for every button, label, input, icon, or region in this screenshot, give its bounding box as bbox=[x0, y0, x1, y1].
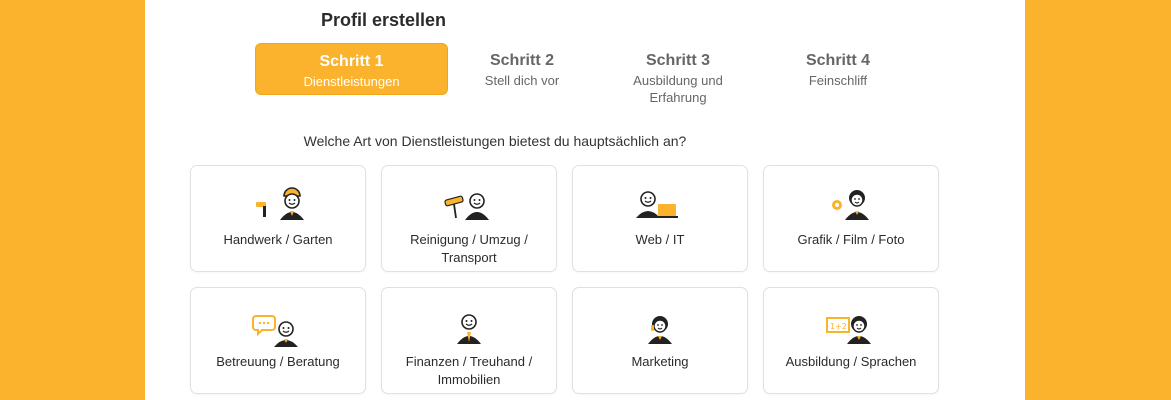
category-card-reinigung[interactable]: Reinigung / Umzug / Transport bbox=[381, 165, 557, 272]
category-card-finanzen[interactable]: Finanzen / Treuhand / Immobilien bbox=[381, 287, 557, 394]
step-title: Schritt 2 bbox=[489, 52, 554, 69]
step-subtitle: Stell dich vor bbox=[484, 73, 560, 88]
profile-panel: Profil erstellen Schritt 1 Dienstleistun… bbox=[145, 0, 1025, 400]
category-label: Reinigung / Umzug / Transport bbox=[410, 232, 528, 265]
finance-person-icon bbox=[457, 314, 481, 344]
consulting-icon bbox=[252, 315, 298, 347]
question-text: Welche Art von Dienstleistungen bietest … bbox=[303, 133, 687, 149]
svg-text:1+2: 1+2 bbox=[830, 322, 847, 331]
marketing-headset-icon bbox=[648, 316, 672, 344]
construction-worker-icon bbox=[256, 187, 304, 220]
category-label: Finanzen / Treuhand / Immobilien bbox=[405, 354, 533, 387]
category-card-marketing[interactable]: Marketing bbox=[572, 287, 748, 394]
designer-icon bbox=[832, 190, 869, 220]
step-title: Schritt 3 bbox=[645, 52, 710, 69]
category-card-web[interactable]: Web / IT bbox=[572, 165, 748, 272]
step-title: Schritt 4 bbox=[805, 52, 870, 69]
cleaning-icon bbox=[444, 193, 489, 220]
category-label: Marketing bbox=[631, 354, 689, 369]
step-subtitle: Ausbildung und Erfahrung bbox=[633, 73, 723, 105]
step-subtitle: Feinschliff bbox=[808, 73, 868, 88]
category-card-ausbildung[interactable]: 1+2 Ausbildung / Sprachen bbox=[763, 287, 939, 394]
page-title: Profil erstellen bbox=[321, 10, 447, 30]
category-card-grafik[interactable]: Grafik / Film / Foto bbox=[763, 165, 939, 272]
teacher-board-icon: 1+2 bbox=[826, 316, 871, 344]
step-4[interactable]: Schritt 4 Feinschliff bbox=[773, 51, 903, 89]
category-label: Handwerk / Garten bbox=[223, 232, 333, 247]
category-card-handwerk[interactable]: Handwerk / Garten bbox=[190, 165, 366, 272]
step-title: Schritt 1 bbox=[319, 53, 384, 70]
category-label: Grafik / Film / Foto bbox=[797, 232, 905, 247]
category-label: Ausbildung / Sprachen bbox=[785, 354, 917, 369]
laptop-user-icon bbox=[636, 191, 678, 218]
step-1[interactable]: Schritt 1 Dienstleistungen bbox=[255, 43, 448, 95]
category-label: Web / IT bbox=[635, 232, 685, 247]
step-2[interactable]: Schritt 2 Stell dich vor bbox=[457, 51, 587, 89]
step-subtitle: Dienstleistungen bbox=[303, 74, 400, 89]
category-card-betreuung[interactable]: Betreuung / Beratung bbox=[190, 287, 366, 394]
step-3[interactable]: Schritt 3 Ausbildung und Erfahrung bbox=[623, 51, 733, 106]
category-label: Betreuung / Beratung bbox=[216, 354, 340, 369]
